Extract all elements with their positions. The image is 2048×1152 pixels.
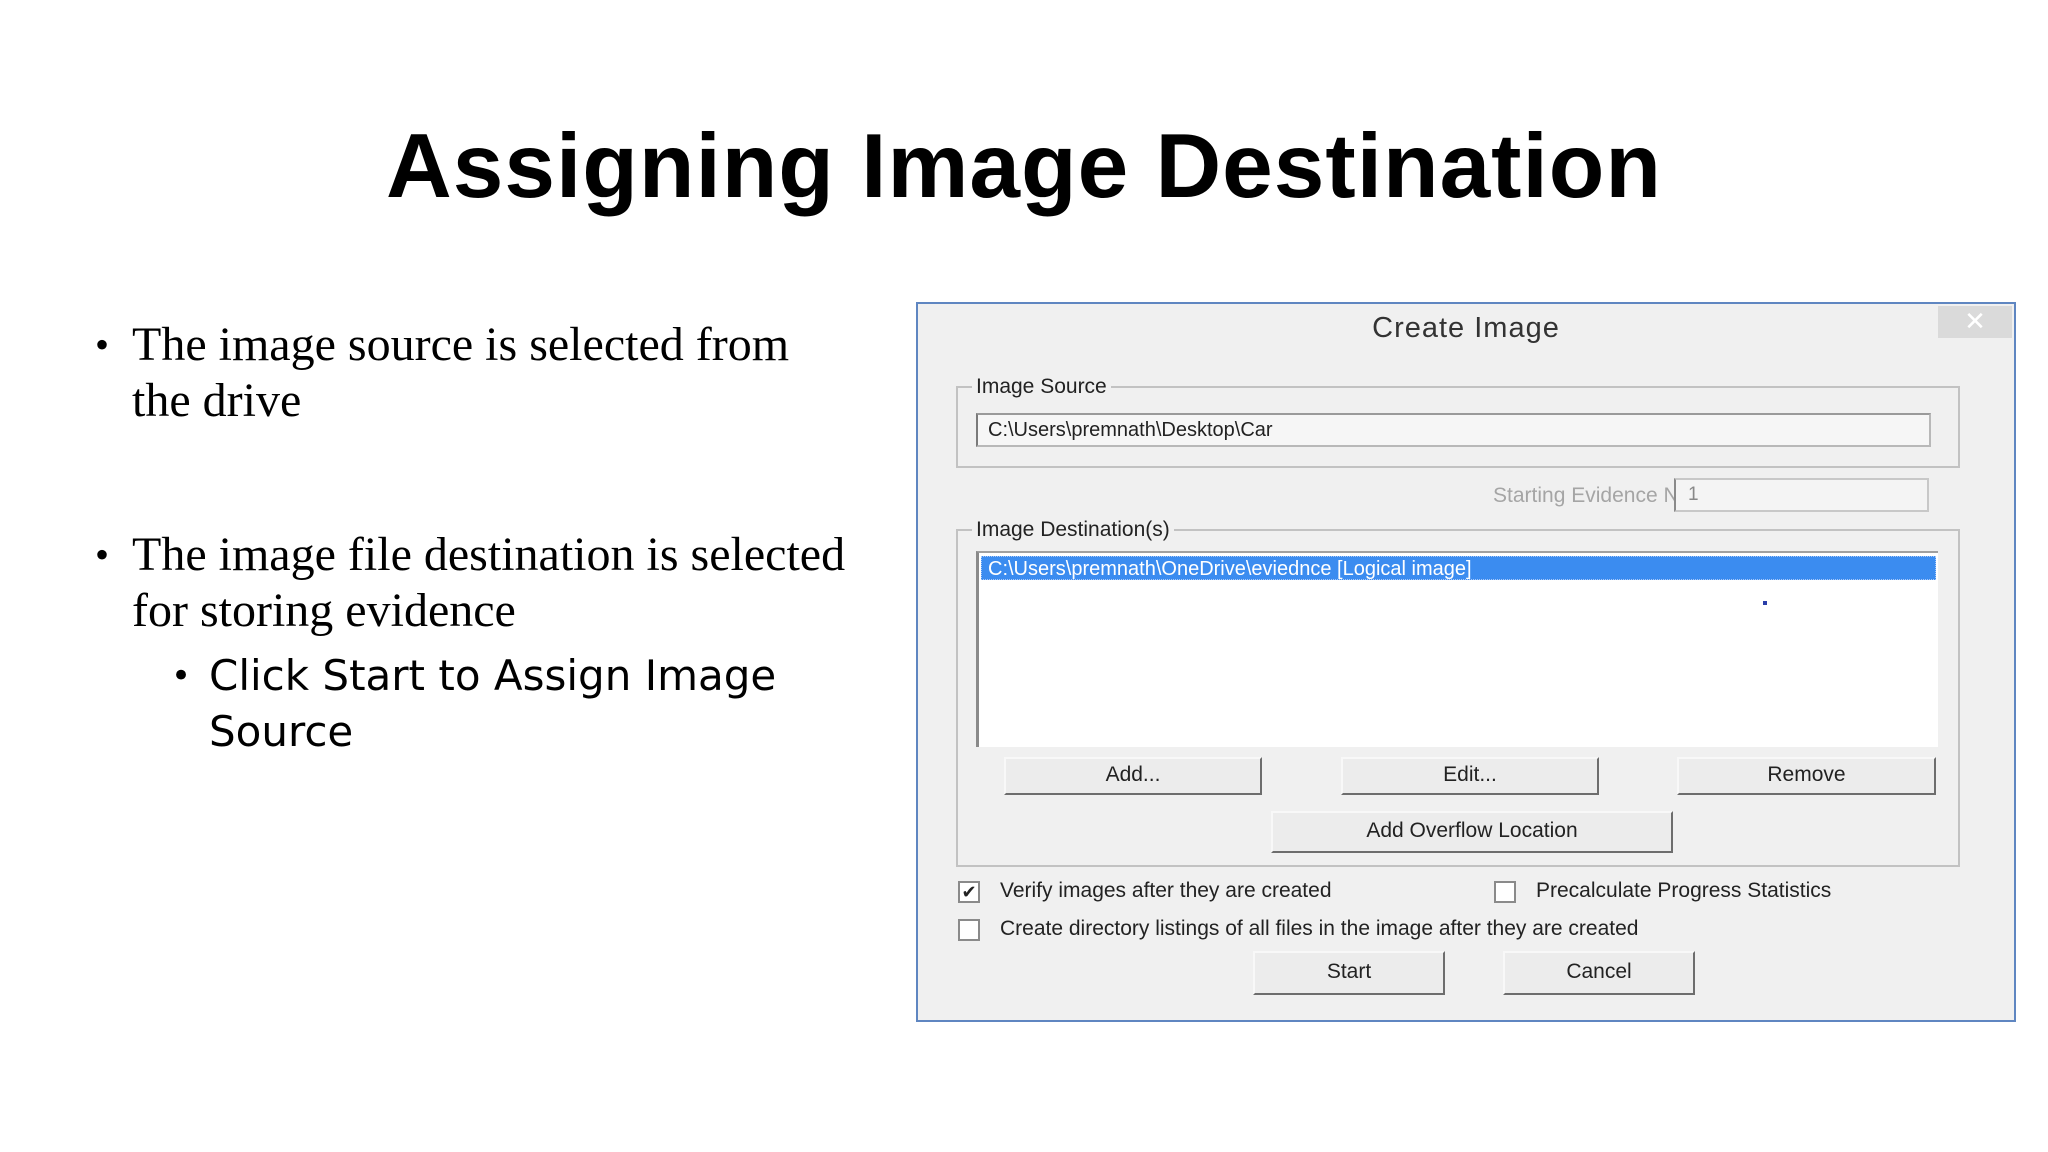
start-button[interactable]: Start [1253,951,1445,995]
destination-list-item[interactable]: C:\Users\premnath\OneDrive\eviednce [Log… [981,556,1936,580]
create-image-dialog: Create Image ✕ Image Source C:\Users\pre… [916,302,2016,1022]
bullet-text: The image file destination is selected f… [132,528,846,637]
image-destination-group: Image Destination(s) C:\Users\premnath\O… [956,518,1960,867]
precalculate-label: Precalculate Progress Statistics [1536,879,1832,902]
image-source-group: Image Source C:\Users\premnath\Desktop\C… [956,375,1960,468]
remove-button[interactable]: Remove [1677,757,1936,795]
dialog-title: Create Image [1372,312,1560,344]
image-source-field[interactable]: C:\Users\premnath\Desktop\Car [976,413,1931,447]
bullet-text: The image source is selected from the dr… [132,318,790,427]
bullet-image-source: • The image source is selected from the … [95,317,852,429]
directory-listings-option[interactable]: Create directory listings of all files i… [958,917,1858,945]
verify-images-label: Verify images after they are created [1000,879,1332,902]
cancel-button[interactable]: Cancel [1503,951,1695,995]
evidence-number-field[interactable]: 1 [1674,478,1929,512]
edit-button[interactable]: Edit... [1341,757,1599,795]
image-destination-label: Image Destination(s) [972,518,1174,542]
bullet-image-destination: • The image file destination is selected… [95,527,852,639]
precalculate-checkbox[interactable] [1494,881,1516,903]
verify-images-checkbox[interactable]: ✔ [958,881,980,903]
slide-title: Assigning Image Destination [386,116,1662,217]
close-button[interactable]: ✕ [1938,306,2012,338]
bullet-dot: • [95,322,110,367]
add-button[interactable]: Add... [1004,757,1262,795]
close-icon: ✕ [1964,306,1986,336]
bullet-dot: • [171,656,192,696]
directory-listings-checkbox[interactable] [958,919,980,941]
directory-listings-label: Create directory listings of all files i… [1000,917,1639,940]
precalculate-option[interactable]: Precalculate Progress Statistics [1494,879,1954,907]
bullet-dot: • [95,532,110,577]
image-source-label: Image Source [972,375,1111,399]
destination-list[interactable]: C:\Users\premnath\OneDrive\eviednce [Log… [976,551,1938,747]
sub-bullet-text: Click Start to Assign Image Source [209,651,777,756]
list-artifact-dot [1763,601,1767,605]
add-overflow-location-button[interactable]: Add Overflow Location [1271,811,1673,853]
sub-bullet-click-start: • Click Start to Assign Image Source [171,648,829,760]
verify-images-option[interactable]: ✔ Verify images after they are created [958,879,1438,907]
